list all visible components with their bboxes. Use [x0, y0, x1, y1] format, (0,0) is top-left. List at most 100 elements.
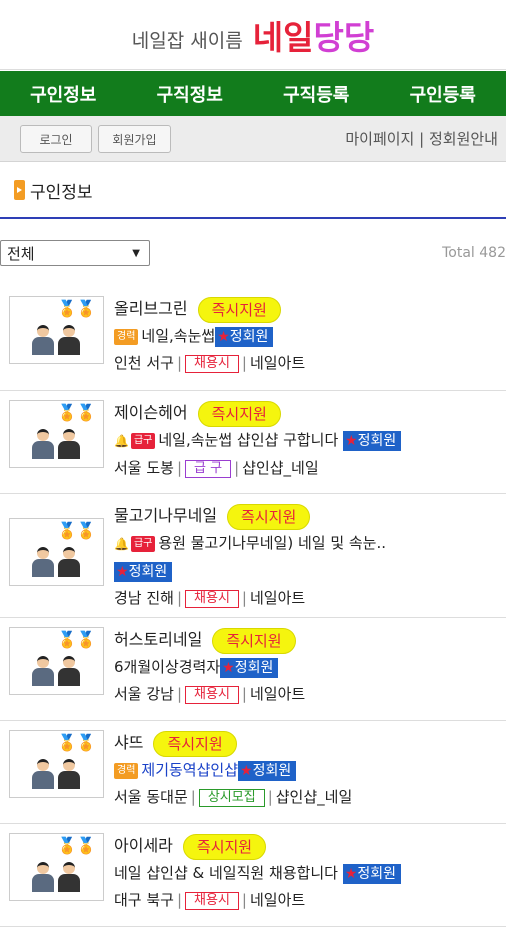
nav-register-resume[interactable]: 구직등록: [253, 71, 380, 116]
vip-badge: ★정회원: [220, 658, 278, 678]
star-icon: ★: [240, 763, 253, 779]
job-location: 서울 동대문: [114, 788, 188, 806]
link-separator: |: [419, 130, 424, 148]
job-location: 서울 강남: [114, 685, 174, 703]
job-list-item[interactable]: 🏅🏅 아이세라 즉시지원 네일 샵인샵 & 네일직원 채용합니다 ★정회원 대구 …: [0, 824, 506, 927]
sub-nav: 로그인 회원가입 마이페이지 | 정회원안내: [0, 116, 506, 162]
hire-type-badge: 채용시: [185, 590, 239, 608]
hire-type-badge: 상시모집: [199, 789, 265, 807]
hire-type-badge: 채용시: [185, 892, 239, 910]
mypage-link[interactable]: 마이페이지: [345, 130, 414, 148]
vip-badge: ★정회원: [343, 864, 401, 884]
dropdown-arrow-icon: ▼: [132, 248, 140, 259]
membership-info-link[interactable]: 정회원안내: [429, 130, 498, 148]
job-category: 샵인샵_네일: [242, 459, 319, 477]
urgent-badge: 즉시지원: [198, 401, 281, 427]
bell-icon: 🔔: [114, 537, 129, 551]
job-location: 경남 진해: [114, 589, 174, 607]
job-list-item[interactable]: 🏅🏅 올리브그린즉시지원 경력네일,속눈썹★정회원 인천 서구|채용시|네일아트: [0, 287, 506, 391]
people-icon: [32, 759, 82, 789]
urgent-hire-tag: 급구: [131, 433, 155, 449]
star-icon: ★: [345, 433, 358, 449]
job-company-name[interactable]: 허스토리네일: [114, 630, 202, 649]
experience-tag: 경력: [114, 329, 138, 345]
section-title: 구인정보: [30, 178, 93, 203]
nav-register-job[interactable]: 구인등록: [380, 71, 506, 116]
job-description[interactable]: 네일 샵인샵 & 네일직원 채용합니다: [114, 864, 338, 882]
job-list-item[interactable]: 🏅🏅 샤뜨즉시지원 경력제기동역샵인샵★정회원 서울 동대문|상시모집|샵인샵_…: [0, 721, 506, 824]
job-category: 네일아트: [250, 685, 305, 703]
job-category: 샵인샵_네일: [276, 788, 353, 806]
section-header: 구인정보: [0, 163, 506, 219]
job-list-item[interactable]: 🏅🏅 물고기나무네일즉시지원 🔔급구용원 물고기나무네일) 네일 및 속눈.. …: [0, 494, 506, 618]
job-list-item[interactable]: 🏅🏅 허스토리네일즉시지원 6개월이상경력자★정회원 서울 강남|채용시|네일아…: [0, 618, 506, 721]
hire-type-badge: 급 구: [185, 460, 231, 478]
job-category: 네일아트: [250, 354, 305, 372]
star-icon: ★: [217, 329, 230, 345]
job-location: 대구 북구: [114, 891, 174, 909]
job-thumbnail[interactable]: 🏅🏅: [9, 296, 104, 364]
arrow-marker-icon: [14, 180, 25, 200]
site-header: 네일잡 새이름 네일당당: [0, 0, 506, 70]
login-button[interactable]: 로그인: [20, 125, 92, 153]
vip-badge: ★정회원: [215, 327, 273, 347]
job-description[interactable]: 제기동역샵인샵: [141, 761, 238, 779]
job-company-name[interactable]: 제이슨헤어: [114, 403, 188, 422]
job-description[interactable]: 네일,속눈썹: [141, 327, 215, 345]
job-company-name[interactable]: 샤뜨: [114, 733, 143, 752]
nav-job-seekers[interactable]: 구직정보: [127, 71, 254, 116]
hire-type-badge: 채용시: [185, 686, 239, 704]
people-icon: [32, 547, 82, 577]
brand-subtitle: 네일잡 새이름: [132, 26, 243, 53]
job-thumbnail[interactable]: 🏅🏅: [9, 518, 104, 586]
signup-button[interactable]: 회원가입: [98, 125, 171, 153]
job-thumbnail[interactable]: 🏅🏅: [9, 400, 104, 468]
experience-tag: 경력: [114, 763, 138, 779]
job-category: 네일아트: [250, 589, 305, 607]
medal-icon: 🏅🏅: [57, 733, 95, 752]
job-location: 인천 서구: [114, 354, 174, 372]
job-description[interactable]: 용원 물고기나무네일) 네일 및 속눈..: [158, 534, 386, 552]
vip-badge: ★정회원: [238, 761, 296, 781]
urgent-hire-tag: 급구: [131, 536, 155, 552]
job-list-item[interactable]: 🏅🏅 제이슨헤어 즉시지원 🔔급구네일,속눈썹 샵인샵 구합니다 ★정회원 서울 …: [0, 391, 506, 494]
brand-name-part1[interactable]: 네일: [253, 11, 314, 59]
urgent-badge: 즉시지원: [183, 834, 266, 860]
job-description[interactable]: 6개월이상경력자: [114, 658, 220, 676]
people-icon: [32, 325, 82, 355]
job-category: 네일아트: [250, 891, 305, 909]
vip-badge: ★정회원: [343, 431, 401, 451]
region-select[interactable]: 전체 ▼: [0, 240, 150, 266]
job-company-name[interactable]: 물고기나무네일: [114, 506, 217, 525]
brand-name-part2[interactable]: 당당: [313, 11, 374, 59]
urgent-badge: 즉시지원: [198, 297, 281, 323]
job-company-name[interactable]: 올리브그린: [114, 299, 188, 318]
bell-icon: 🔔: [114, 434, 129, 448]
medal-icon: 🏅🏅: [57, 836, 95, 855]
hire-type-badge: 채용시: [185, 355, 239, 373]
urgent-badge: 즉시지원: [153, 731, 236, 757]
job-thumbnail[interactable]: 🏅🏅: [9, 627, 104, 695]
account-links: 마이페이지 | 정회원안내: [345, 128, 498, 149]
total-count: Total 482: [442, 245, 506, 261]
urgent-badge: 즉시지원: [212, 628, 295, 654]
people-icon: [32, 429, 82, 459]
nav-job-offers[interactable]: 구인정보: [0, 71, 127, 116]
region-select-value: 전체: [7, 243, 35, 264]
medal-icon: 🏅🏅: [57, 521, 95, 540]
vip-badge: ★정회원: [114, 562, 172, 582]
job-thumbnail[interactable]: 🏅🏅: [9, 730, 104, 798]
job-description[interactable]: 네일,속눈썹 샵인샵 구합니다: [158, 431, 338, 449]
main-nav: 구인정보 구직정보 구직등록 구인등록: [0, 71, 506, 116]
job-location: 서울 도봉: [114, 459, 174, 477]
medal-icon: 🏅🏅: [57, 299, 95, 318]
people-icon: [32, 862, 82, 892]
star-icon: ★: [116, 564, 129, 580]
people-icon: [32, 656, 82, 686]
star-icon: ★: [345, 866, 358, 882]
urgent-badge: 즉시지원: [227, 504, 310, 530]
job-thumbnail[interactable]: 🏅🏅: [9, 833, 104, 901]
job-company-name[interactable]: 아이세라: [114, 836, 173, 855]
medal-icon: 🏅🏅: [57, 630, 95, 649]
medal-icon: 🏅🏅: [57, 403, 95, 422]
